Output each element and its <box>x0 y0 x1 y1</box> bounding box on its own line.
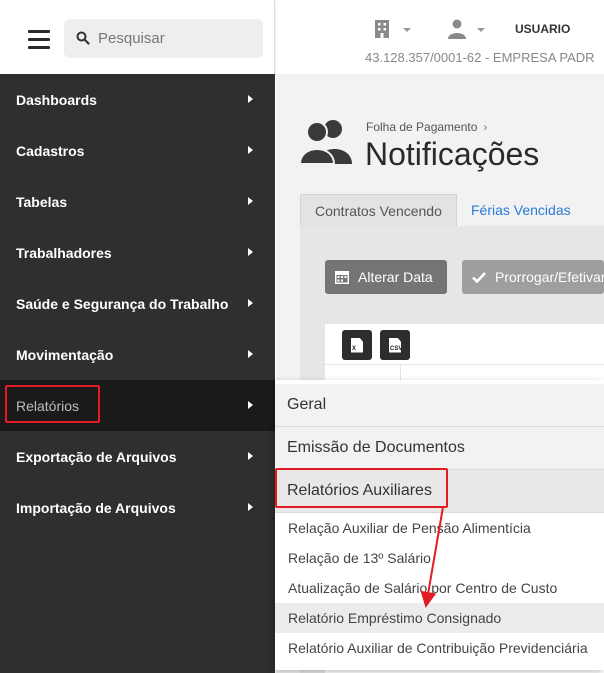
table-divider <box>325 364 604 365</box>
sidebar-item-movimentacao[interactable]: Movimentação <box>0 329 275 380</box>
sidebar-item-relatorios[interactable]: Relatórios <box>0 380 275 431</box>
chevron-down-icon[interactable] <box>403 28 411 32</box>
sidebar-item-saude-seguranca[interactable]: Saúde e Segurança do Trabalho <box>0 278 275 329</box>
sidebar-item-label: Cadastros <box>16 142 85 159</box>
export-xls-button[interactable]: X <box>342 330 372 360</box>
caret-right-icon <box>248 350 253 358</box>
sidebar-item-importacao[interactable]: Importação de Arquivos <box>0 482 275 533</box>
alterar-data-button[interactable]: Alterar Data <box>325 260 447 294</box>
sidebar-item-trabalhadores[interactable]: Trabalhadores <box>0 227 275 278</box>
sidebar-item-label: Trabalhadores <box>16 244 112 261</box>
caret-right-icon <box>248 197 253 205</box>
breadcrumb: Folha de Pagamento › <box>366 120 487 134</box>
tab-contratos-vencendo[interactable]: Contratos Vencendo <box>300 194 457 226</box>
submenu-label: Emissão de Documentos <box>287 439 465 456</box>
menu-item-label: Relatório Empréstimo Consignado <box>288 610 502 626</box>
highlight-box <box>275 468 448 508</box>
submenu-geral[interactable]: Geral <box>275 384 604 427</box>
sidebar-item-dashboards[interactable]: Dashboards <box>0 74 275 125</box>
sidebar-item-exportacao[interactable]: Exportação de Arquivos <box>0 431 275 482</box>
menu-item-label: Relação de 13º Salário <box>288 550 431 566</box>
highlight-box <box>5 385 100 423</box>
chevron-down-icon[interactable] <box>477 28 485 32</box>
menu-item-label: Relatório Auxiliar de Contribuição Previ… <box>288 640 588 656</box>
button-label: Alterar Data <box>358 269 433 285</box>
csv-file-icon: CSV <box>389 337 403 353</box>
users-icon <box>300 120 352 164</box>
breadcrumb-separator: › <box>483 120 488 134</box>
calendar-icon <box>335 271 349 284</box>
breadcrumb-item[interactable]: Folha de Pagamento <box>366 120 477 134</box>
user-icon[interactable] <box>448 19 466 39</box>
submenu-relatorios-auxiliares[interactable]: Relatórios Auxiliares <box>275 468 604 513</box>
excel-file-icon: X <box>351 337 363 353</box>
menu-item-atualizacao-salario[interactable]: Atualização de Salário por Centro de Cus… <box>275 573 604 603</box>
check-icon <box>472 272 486 284</box>
sidebar-header <box>0 0 275 74</box>
company-name: 43.128.357/0001-62 - EMPRESA PADR <box>365 50 595 65</box>
sidebar-item-label: Dashboards <box>16 91 97 108</box>
caret-right-icon <box>248 452 253 460</box>
sidebar-item-cadastros[interactable]: Cadastros <box>0 125 275 176</box>
top-header: USUARIO 43.128.357/0001-62 - EMPRESA PAD… <box>276 0 604 74</box>
menu-item-pensao-alimenticia[interactable]: Relação Auxiliar de Pensão Alimentícia <box>275 513 604 543</box>
tab-ferias-vencidas[interactable]: Férias Vencidas <box>457 194 585 226</box>
caret-right-icon <box>248 248 253 256</box>
page-title: Notificações <box>365 136 540 172</box>
submenu-emissao-documentos[interactable]: Emissão de Documentos <box>275 427 604 470</box>
user-name[interactable]: USUARIO <box>515 22 570 36</box>
relatorios-submenu: Geral Emissão de Documentos Relatórios A… <box>275 380 604 670</box>
prorrogar-efetivar-button[interactable]: Prorrogar/Efetivar <box>462 260 604 294</box>
menu-item-13-salario[interactable]: Relação de 13º Salário <box>275 543 604 573</box>
sidebar: Dashboards Cadastros Tabelas Trabalhador… <box>0 74 275 673</box>
sidebar-item-tabelas[interactable]: Tabelas <box>0 176 275 227</box>
search-box[interactable] <box>64 19 263 58</box>
search-icon <box>76 31 90 45</box>
sidebar-item-label: Movimentação <box>16 346 114 363</box>
building-icon[interactable] <box>375 20 389 38</box>
hamburger-menu-icon[interactable] <box>28 30 50 49</box>
button-label: Prorrogar/Efetivar <box>495 269 604 285</box>
file-type-label: X <box>352 345 357 352</box>
sidebar-item-label: Saúde e Segurança do Trabalho <box>16 295 229 312</box>
submenu-label: Geral <box>287 396 327 413</box>
caret-right-icon <box>248 401 253 409</box>
sidebar-item-label: Exportação de Arquivos <box>16 448 177 465</box>
sidebar-item-label: Tabelas <box>16 193 68 210</box>
export-csv-button[interactable]: CSV <box>380 330 410 360</box>
sidebar-item-label: Importação de Arquivos <box>16 499 176 516</box>
search-input[interactable] <box>98 19 258 58</box>
caret-right-icon <box>248 503 253 511</box>
menu-item-label: Relação Auxiliar de Pensão Alimentícia <box>288 520 531 536</box>
menu-item-contribuicao-previdenciaria[interactable]: Relatório Auxiliar de Contribuição Previ… <box>275 633 604 663</box>
menu-item-emprestimo-consignado[interactable]: Relatório Empréstimo Consignado <box>275 603 604 633</box>
file-type-label: CSV <box>390 345 403 352</box>
caret-right-icon <box>248 146 253 154</box>
menu-item-label: Atualização de Salário por Centro de Cus… <box>288 580 558 596</box>
caret-right-icon <box>248 95 253 103</box>
caret-right-icon <box>248 299 253 307</box>
